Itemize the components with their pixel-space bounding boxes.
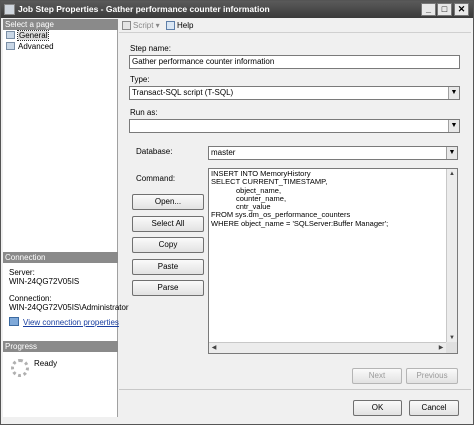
- database-select[interactable]: master ▼: [208, 146, 458, 160]
- connection-label: Connection:: [9, 294, 52, 303]
- horizontal-scrollbar[interactable]: ◀ ▶: [209, 342, 446, 353]
- app-icon: [4, 4, 15, 15]
- close-button[interactable]: ✕: [454, 3, 469, 16]
- step-name-input[interactable]: Gather performance counter information: [129, 55, 460, 69]
- script-button[interactable]: Script ▾: [122, 21, 160, 31]
- open-button[interactable]: Open...: [132, 194, 204, 210]
- step-name-label: Step name:: [130, 44, 171, 53]
- scroll-up-icon[interactable]: ▲: [447, 169, 457, 179]
- next-button[interactable]: Next: [352, 368, 402, 384]
- chevron-down-icon[interactable]: ▼: [446, 147, 457, 159]
- job-step-properties-window: Job Step Properties - Gather performance…: [0, 0, 474, 425]
- page-item-label: Advanced: [18, 42, 54, 51]
- progress-spinner-icon: [11, 359, 29, 377]
- page-item-general[interactable]: General: [6, 30, 50, 41]
- window-title: Job Step Properties - Gather performance…: [18, 4, 270, 14]
- previous-button[interactable]: Previous: [406, 368, 458, 384]
- select-page-header: Select a page: [3, 19, 118, 30]
- parse-button[interactable]: Parse: [132, 280, 204, 296]
- minimize-button[interactable]: _: [421, 3, 436, 16]
- scroll-right-icon[interactable]: ▶: [436, 343, 446, 353]
- command-text[interactable]: INSERT INTO MemoryHistory SELECT CURRENT…: [211, 170, 447, 228]
- paste-button[interactable]: Paste: [132, 259, 204, 275]
- page-icon: [6, 42, 15, 50]
- copy-button[interactable]: Copy: [132, 237, 204, 253]
- run-as-label: Run as:: [130, 108, 158, 117]
- connection-properties-icon: [9, 317, 19, 326]
- type-select[interactable]: Transact-SQL script (T-SQL) ▼: [129, 86, 460, 100]
- connection-value: WIN-24QG72V05IS\Administrator: [9, 303, 129, 312]
- bottom-divider: [119, 389, 471, 390]
- cancel-button[interactable]: Cancel: [409, 400, 459, 416]
- run-as-select[interactable]: ▼: [129, 119, 460, 133]
- toolbar: Script ▾ Help: [119, 19, 471, 33]
- page-item-label: General: [16, 30, 50, 41]
- help-label: Help: [177, 21, 194, 30]
- progress-status: Ready: [34, 359, 58, 368]
- page-icon: [6, 31, 15, 39]
- left-pane: Select a page General Advanced Connectio…: [3, 19, 129, 417]
- scrollbar-corner: [446, 342, 457, 353]
- ok-button[interactable]: OK: [353, 400, 402, 416]
- connection-header: Connection: [3, 252, 118, 263]
- help-icon: [166, 21, 175, 30]
- server-label: Server:: [9, 268, 35, 277]
- database-label: Database:: [136, 147, 173, 156]
- server-value: WIN-24QG72V05IS: [9, 277, 80, 286]
- type-select-value: Transact-SQL script (T-SQL): [132, 88, 234, 97]
- help-button[interactable]: Help: [166, 21, 193, 31]
- chevron-down-icon[interactable]: ▼: [448, 120, 459, 132]
- scroll-left-icon[interactable]: ◀: [209, 343, 219, 353]
- page-item-advanced[interactable]: Advanced: [6, 42, 54, 52]
- select-all-button[interactable]: Select All: [132, 216, 204, 232]
- progress-header: Progress: [3, 341, 118, 352]
- database-select-value: master: [211, 148, 236, 157]
- type-label: Type:: [130, 75, 150, 84]
- script-label: Script: [133, 21, 154, 30]
- script-icon: [122, 21, 131, 30]
- command-editor[interactable]: INSERT INTO MemoryHistory SELECT CURRENT…: [208, 168, 458, 354]
- title-bar[interactable]: Job Step Properties - Gather performance…: [1, 1, 473, 18]
- view-connection-properties-link[interactable]: View connection properties: [23, 318, 119, 327]
- command-label: Command:: [136, 174, 176, 183]
- vertical-scrollbar[interactable]: ▲ ▼: [446, 169, 457, 343]
- chevron-down-icon[interactable]: ▼: [448, 87, 459, 99]
- maximize-button[interactable]: □: [437, 3, 452, 16]
